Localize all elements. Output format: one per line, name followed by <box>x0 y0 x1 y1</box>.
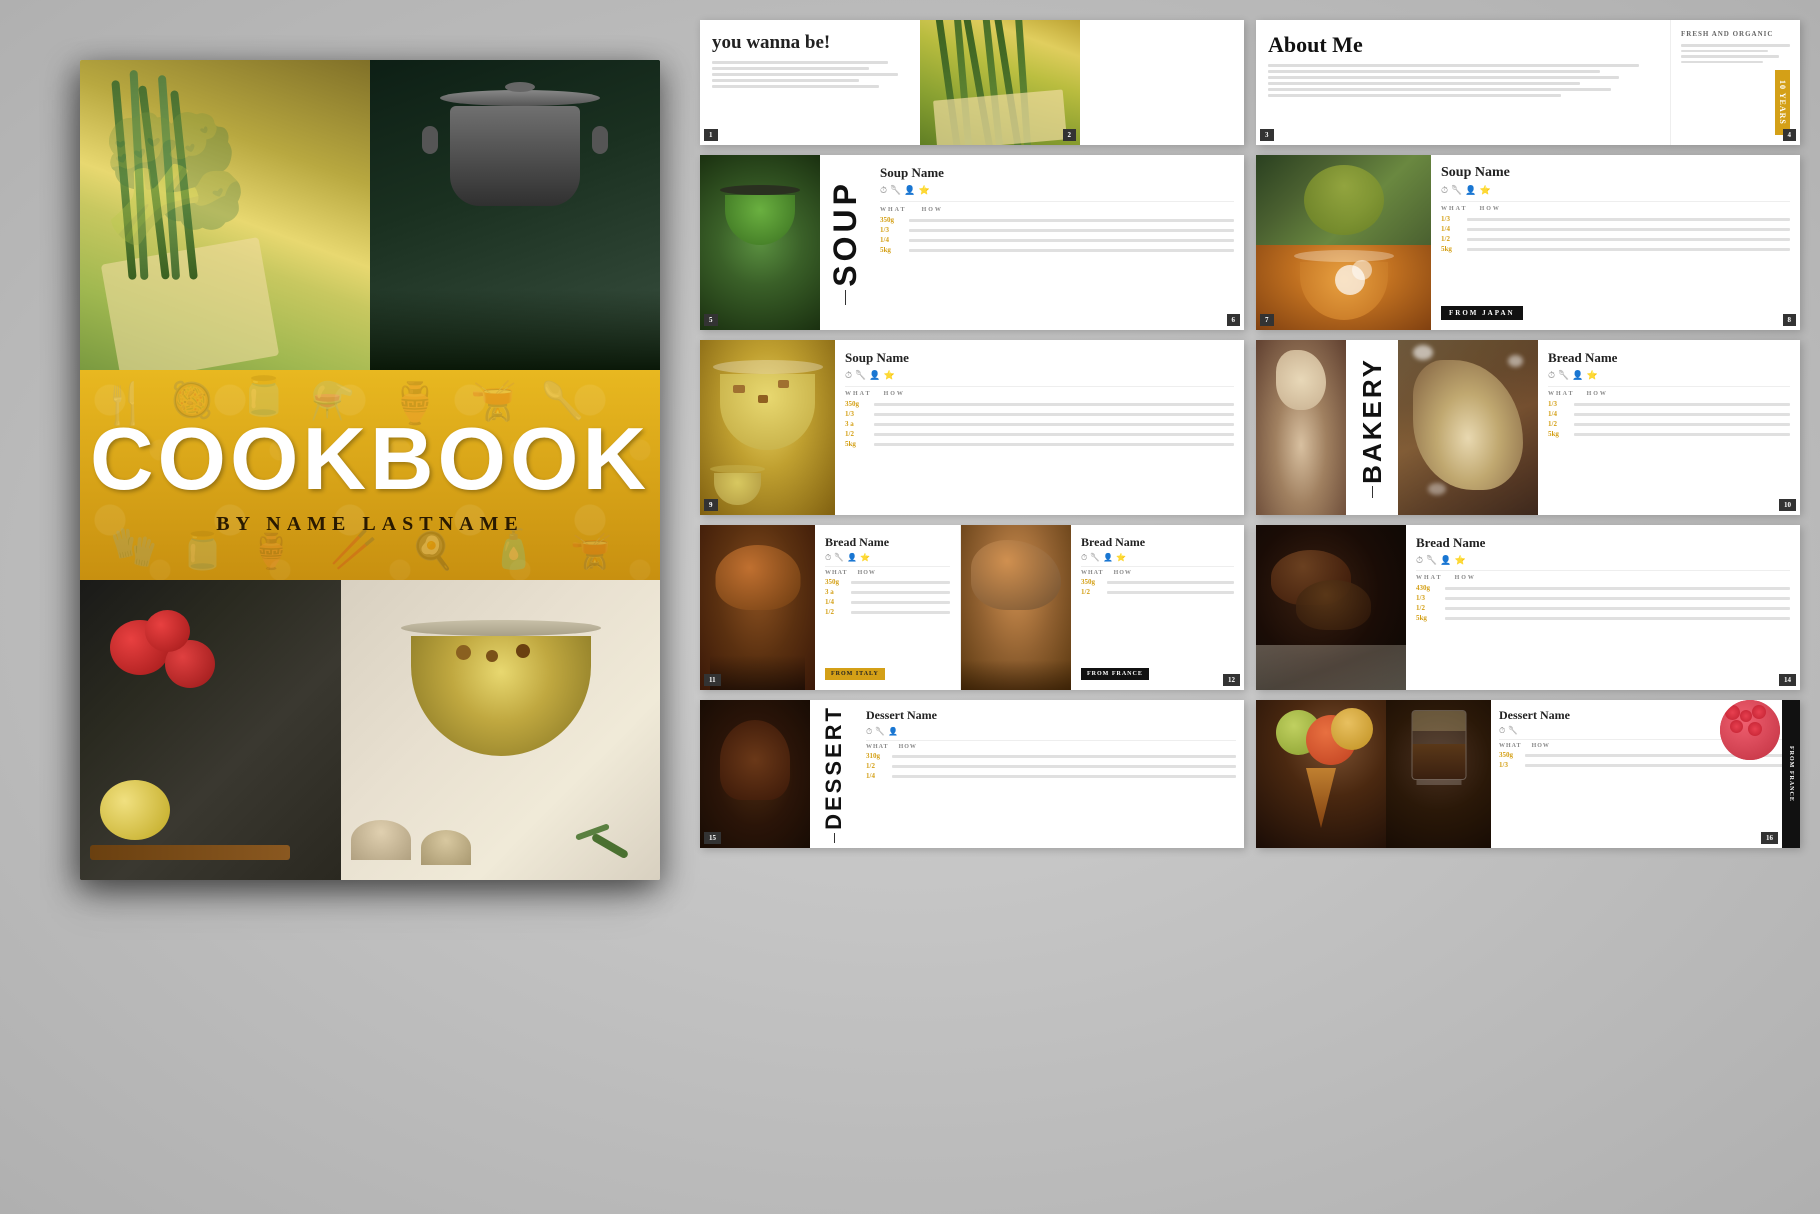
spread-bread-2: Bread Name ⏱🥄👤⭐ WHAT HOW 430g 1/3 <box>1256 525 1800 690</box>
spread-soup-3: 9 Soup Name ⏱🥄👤⭐ WHAT HOW 350g 1/3 <box>700 340 1244 515</box>
spread-soup-2: 7 Soup Name ⏱🥄👤⭐ WHAT HOW 1/3 1/4 <box>1256 155 1800 330</box>
spread-bread-1: Bread Name ⏱🥄👤⭐ WHAT HOW 350g 3 a <box>700 525 1244 690</box>
bread-img-1 <box>700 525 815 690</box>
spread-about-me: About Me 3 FRESH AND ORGANIC 10 YEARS <box>1256 20 1800 145</box>
page-num-8: 8 <box>1783 314 1797 326</box>
from-japan-badge: FROM JAPAN <box>1441 306 1523 320</box>
bread-recipe-name-1: Bread Name <box>1548 350 1790 366</box>
page-num-4: 4 <box>1783 129 1797 141</box>
dessert-recipe-2: Dessert Name ⏱🥄 WHAT HOW 350g 1/3 <box>1491 700 1800 848</box>
bread-name-3: Bread Name <box>1416 535 1790 551</box>
page-num-9: 9 <box>704 499 718 511</box>
cream-soup-img: 9 <box>700 340 835 515</box>
soup-recipe-name-3: Soup Name <box>845 350 1234 366</box>
cookbook-author: BY NAME LASTNAME <box>216 513 524 536</box>
cover-asparagus-image <box>80 60 370 370</box>
dessert-recipe-1: Dessert Name ⏱🥄👤 WHAT HOW 310g 1/2 <box>858 700 1244 848</box>
soup-category-label: SOUP <box>827 180 864 287</box>
dessert-glass-img <box>1386 700 1491 848</box>
cover-title-band: 🍴 🥘 🫙 ⚗️ 🏺 🫕 🥄 🧤 🫙 🏺 🥢 🍳 🧴 🫕 COOKBOOK BY… <box>80 370 660 580</box>
bread-name-2: Bread Name <box>1081 535 1234 550</box>
about-me-title: About Me <box>1268 32 1658 58</box>
bread-recipe-left: Bread Name ⏱🥄👤⭐ WHAT HOW 350g 3 a <box>815 525 960 690</box>
dessert-dark-img: 15 <box>700 700 810 848</box>
from-france-badge: FROM FRANCE <box>1081 668 1149 680</box>
bread-recipe-1: Bread Name ⏱🥄👤⭐ WHAT HOW 1/3 1/4 <box>1538 340 1800 515</box>
spread-dessert-1: 15 DESSERT Dessert Name ⏱🥄👤 WHAT HOW <box>700 700 1244 848</box>
how-label-1: HOW <box>922 207 943 213</box>
page-num-10: 10 <box>1779 499 1796 511</box>
page-num-5: 5 <box>704 314 718 326</box>
bread-dark-img <box>1256 525 1406 690</box>
spread-soup-1: 5 SOUP Soup Name ⏱🥄👤⭐ WHAT HOW <box>700 155 1244 330</box>
about-me-page: About Me 3 <box>1256 20 1670 145</box>
from-italy-badge: FROM ITALY <box>825 668 885 680</box>
page-num-3: 3 <box>1260 129 1274 141</box>
bread-name-1: Bread Name <box>825 535 950 550</box>
dessert-icecream-img <box>1256 700 1386 848</box>
soup-recipe-3: Soup Name ⏱🥄👤⭐ WHAT HOW 350g 1/3 <box>835 340 1244 515</box>
years-badge: 10 YEARS <box>1775 70 1790 135</box>
bread-recipe-final: Bread Name ⏱🥄👤⭐ WHAT HOW 430g 1/3 <box>1406 525 1800 690</box>
from-france-vertical: FROM FRANCE <box>1788 746 1794 802</box>
spread-asparagus-img: 2 <box>920 20 1080 145</box>
spread-intro: you wanna be! 1 <box>700 20 1244 145</box>
cover-pot-image <box>370 60 660 370</box>
orange-soup-img: 7 <box>1256 155 1431 330</box>
spread-dessert-2: Dessert Name ⏱🥄 WHAT HOW 350g 1/3 <box>1256 700 1800 848</box>
soup-recipe-name-2: Soup Name <box>1441 165 1790 181</box>
page-num-1: 1 <box>704 129 718 141</box>
fresh-organic-label: FRESH AND ORGANIC <box>1681 30 1790 38</box>
what-label-1: WHAT <box>880 207 907 213</box>
soup-green-img: 5 <box>700 155 820 330</box>
cookbook-title: COOKBOOK <box>90 415 650 503</box>
soup-recipe-name-1: Soup Name <box>880 165 1234 181</box>
soup-recipe-page-2: Soup Name ⏱🥄👤⭐ WHAT HOW 1/3 1/4 <box>1431 155 1800 330</box>
cookbook-cover: 🍴 🥘 🫙 ⚗️ 🏺 🫕 🥄 🧤 🫙 🏺 🥢 🍳 🧴 🫕 COOKBOOK BY… <box>80 60 660 880</box>
dessert-category-label: DESSERT <box>821 705 847 830</box>
page-num-2: 2 <box>1063 129 1077 141</box>
page-num-6: 6 <box>1227 314 1241 326</box>
bakery-category-label: BAKERY <box>1357 357 1388 484</box>
cover-tomato-image <box>80 580 341 880</box>
bread-recipe-right: Bread Name ⏱🥄👤⭐ WHAT HOW 350g 1/2 <box>1071 525 1244 690</box>
cover-soup-bowl-image <box>341 580 660 880</box>
soup-recipe-page-1: Soup Name ⏱🥄👤⭐ WHAT HOW 350g 1/3 <box>870 155 1244 330</box>
bread-img-2 <box>961 525 1071 690</box>
bread-baking-img <box>1398 340 1538 515</box>
dessert-name-1: Dessert Name <box>866 708 1236 724</box>
spread-bakery: BAKERY Bread Name ⏱🥄👤⭐ <box>1256 340 1800 515</box>
intro-big-title: you wanna be! <box>712 32 908 55</box>
page-num-7: 7 <box>1260 314 1274 326</box>
